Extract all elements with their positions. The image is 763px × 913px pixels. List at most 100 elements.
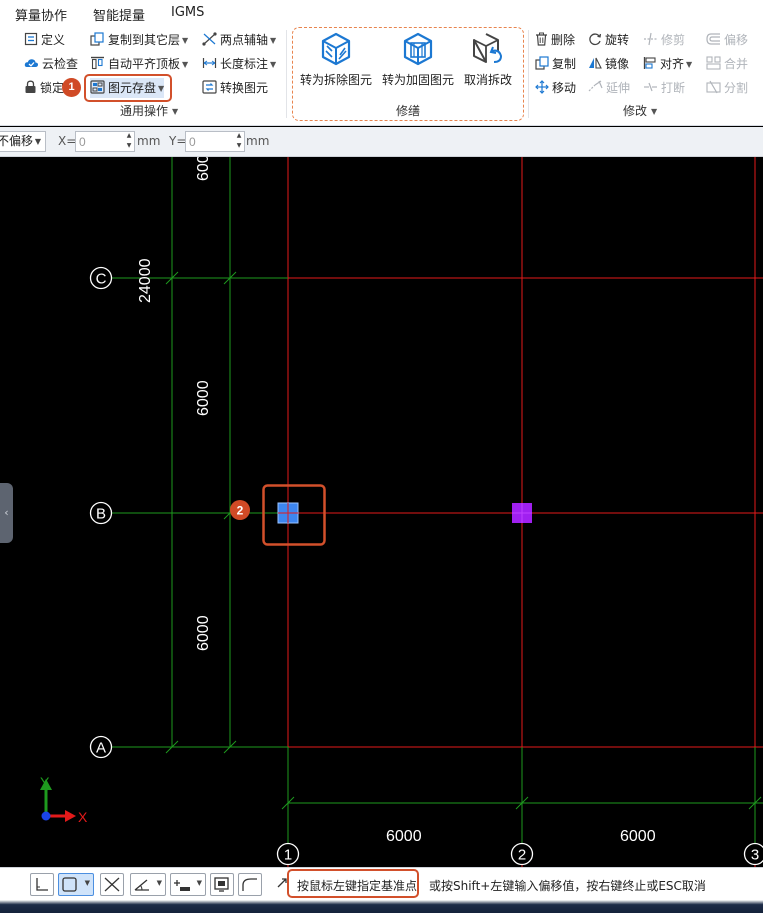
group-label-general-ops[interactable]: 通用操作 ▼	[120, 102, 178, 119]
split-icon	[706, 80, 721, 100]
dim-left-total: 24000	[137, 258, 154, 303]
cancel-removal-button[interactable]: 取消拆改	[450, 32, 526, 94]
ortho-toggle[interactable]	[30, 873, 54, 896]
move-arrows-icon	[535, 80, 549, 100]
group-label-modify[interactable]: 修改 ▼	[623, 102, 657, 119]
ucs-icon: Y X	[40, 774, 88, 825]
svg-text:2: 2	[237, 504, 244, 518]
dim-top-partial: 600	[195, 157, 212, 181]
snap-rect-icon	[62, 877, 77, 892]
rotate-button[interactable]: 旋转	[588, 30, 629, 50]
auto-align-top-button[interactable]: 自动平齐顶板 ▼	[90, 54, 188, 74]
trim-button[interactable]: 修剪	[643, 30, 685, 50]
trim-icon	[643, 32, 658, 52]
chevron-down-icon: ▼	[270, 36, 277, 45]
curve-icon	[242, 878, 257, 891]
offset-icon	[706, 32, 721, 52]
chevron-down-icon: ▼	[270, 60, 277, 69]
split-button[interactable]: 分割	[706, 78, 748, 98]
status-hint: 或按Shift+左键输入偏移值，按右键终止或ESC取消	[429, 879, 706, 893]
menu-smart-extract[interactable]: 智能提量	[93, 5, 145, 24]
y-unit-label: mm	[246, 134, 270, 148]
lock-icon	[24, 80, 37, 100]
x-label: X=	[58, 134, 77, 148]
menu-bar: 算量协作 智能提量 IGMS	[0, 0, 763, 26]
drawing-canvas[interactable]: 600 24000 6000 6000 6000 6000 C B A 1 2 …	[0, 157, 763, 867]
angle-icon	[134, 879, 149, 891]
chevron-down-icon: ▼	[158, 84, 165, 93]
monitor-icon	[214, 877, 229, 892]
length-dim-button[interactable]: 长度标注 ▼	[202, 54, 276, 74]
removal-cube-icon	[321, 32, 351, 66]
chevron-down-icon: ▼	[182, 36, 189, 45]
element-store-button[interactable]: 图元存盘 ▼	[90, 78, 165, 100]
rotate-icon	[588, 32, 602, 52]
taskbar-strip	[0, 900, 763, 913]
offset-snap-toggle[interactable]: ▼	[170, 873, 206, 896]
element-store-icon	[90, 80, 105, 100]
chevron-down-icon: ▼	[172, 107, 179, 116]
cad-drawing[interactable]: 600 24000 6000 6000 6000 6000 C B A 1 2 …	[0, 157, 763, 867]
break-button[interactable]: 打断	[643, 78, 685, 98]
menu-igms[interactable]: IGMS	[171, 5, 204, 20]
x-offset-spinner[interactable]: ▲ ▼	[123, 131, 135, 152]
delete-button[interactable]: 删除	[535, 30, 575, 50]
copy-to-layer-button[interactable]: 复制到其它层 ▼	[90, 30, 188, 50]
move-button[interactable]: 移动	[535, 78, 576, 98]
define-button[interactable]: 定义	[24, 30, 65, 50]
offset-snap-icon	[174, 880, 190, 891]
chevron-down-icon: ▼	[196, 879, 202, 887]
convert-element-icon	[202, 80, 217, 100]
reinforce-cube-icon	[403, 32, 433, 66]
status-bar: ▼ ▼ ▼ 按鼠标左键指定基准点 或按Shift+左键输入偏移值，按右键终止或E…	[0, 867, 763, 900]
trash-icon	[535, 32, 548, 52]
ucs-x-label: X	[78, 809, 88, 825]
copy-button[interactable]: 复制	[535, 54, 576, 74]
menu-quantity-collab[interactable]: 算量协作	[15, 5, 67, 24]
dim-b-a: 6000	[195, 615, 212, 651]
column-b2[interactable]	[512, 503, 532, 523]
chevron-down-icon: ▼	[84, 879, 90, 887]
ribbon-separator	[286, 30, 287, 118]
snap-toggle[interactable]: ▼	[58, 873, 94, 896]
curve-toggle[interactable]	[238, 873, 262, 896]
chevron-down-icon: ▼	[182, 60, 189, 69]
cloud-check-icon	[24, 56, 39, 76]
axis-label-3: 3	[751, 847, 759, 864]
two-point-axis-icon	[202, 32, 217, 52]
offset-mode-select[interactable]: 不偏移 ▼	[0, 131, 46, 152]
axis-labels: C B A 1 2 3	[96, 271, 760, 864]
status-prompt: 按鼠标左键指定基准点	[297, 879, 418, 893]
group-label-repair: 修缮	[396, 104, 421, 118]
cloud-check-button[interactable]: 云检查	[24, 54, 78, 74]
display-toggle[interactable]	[210, 873, 234, 896]
break-icon	[643, 80, 658, 100]
dimension-text: 600 24000 6000 6000 6000 6000	[137, 157, 656, 845]
axis-label-a: A	[96, 740, 106, 757]
intersection-toggle[interactable]	[100, 873, 124, 896]
offset-button[interactable]: 偏移	[706, 30, 748, 50]
mirror-button[interactable]: 镜像	[588, 54, 629, 74]
lock-button[interactable]: 锁定	[24, 78, 64, 98]
copy-icon	[535, 56, 549, 76]
to-removal-button[interactable]: 转为拆除图元	[296, 32, 376, 94]
column-b1[interactable]	[277, 502, 299, 524]
to-reinforce-button[interactable]: 转为加固图元	[378, 32, 458, 94]
two-point-axis-button[interactable]: 两点辅轴 ▼	[202, 30, 276, 50]
extend-icon	[588, 80, 603, 100]
step-marker-2: 2	[230, 500, 250, 520]
merge-button[interactable]: 合并	[706, 54, 748, 74]
copy-to-layer-icon	[90, 32, 105, 52]
chevron-down-icon: ▼	[156, 879, 162, 887]
y-offset-spinner[interactable]: ▲ ▼	[233, 131, 245, 152]
align-button[interactable]: 对齐 ▼	[643, 54, 692, 74]
ortho-icon	[36, 878, 48, 891]
dim-c-b: 6000	[195, 380, 212, 416]
side-panel-handle[interactable]: ‹	[0, 483, 13, 543]
angle-toggle[interactable]: ▼	[130, 873, 166, 896]
convert-element-button[interactable]: 转换图元	[202, 78, 268, 98]
chevron-down-icon: ▼	[34, 137, 41, 146]
extend-button[interactable]: 延伸	[588, 78, 630, 98]
ribbon-separator	[528, 30, 529, 118]
dimension-lines	[112, 157, 763, 843]
